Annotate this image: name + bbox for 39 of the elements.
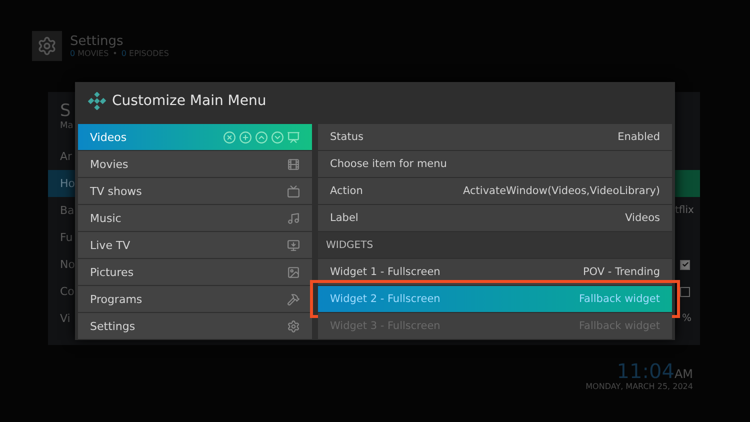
menu-item-icon: [287, 266, 300, 278]
settings-icon: [37, 36, 57, 56]
property-row[interactable]: Choose item for menu: [318, 151, 672, 177]
setting-value: tflix: [675, 205, 694, 216]
page-title: Settings: [70, 34, 124, 48]
separator: •: [112, 48, 118, 58]
menu-item-icon: [287, 320, 300, 332]
menu-item-icon: [287, 212, 300, 224]
menu-item[interactable]: Movies: [78, 151, 312, 177]
move-up-icon[interactable]: [255, 130, 268, 144]
panel-title: S: [59, 100, 71, 121]
menu-item-icon: [287, 184, 300, 198]
panel-subtitle: Ma: [59, 121, 74, 131]
checkbox[interactable]: [680, 286, 690, 296]
menu-item[interactable]: Settings: [78, 313, 312, 339]
menu-item-icon: [287, 292, 300, 306]
clock-date: MONDAY, MARCH 25, 2024: [586, 382, 693, 392]
clock-meridiem: AM: [674, 367, 693, 382]
section-heading: WIDGETS: [318, 232, 672, 258]
menu-item[interactable]: Videos: [78, 124, 312, 150]
menu-item[interactable]: Live TV: [78, 232, 312, 258]
menu-item[interactable]: Pictures: [78, 259, 312, 285]
menu-item[interactable]: Music: [78, 205, 312, 231]
property-row[interactable]: Action ActivateWindow(Videos,VideoLibrary): [318, 178, 672, 204]
add-icon[interactable]: [239, 130, 252, 144]
menu-item-icon: [287, 238, 300, 252]
dialog-title: Customize Main Menu: [112, 93, 266, 109]
property-row[interactable]: Label Videos: [318, 205, 672, 231]
clock-time: 11:04: [616, 360, 674, 382]
board-icon[interactable]: [287, 130, 300, 144]
remove-icon[interactable]: [223, 130, 236, 144]
move-down-icon[interactable]: [271, 130, 284, 144]
menu-item-icon: [287, 158, 300, 170]
logo-icon: [88, 92, 106, 110]
menu-item[interactable]: Programs: [78, 286, 312, 312]
menu-item[interactable]: TV shows: [78, 178, 312, 204]
checkbox[interactable]: [680, 260, 690, 270]
setting-value: %: [682, 313, 692, 324]
property-row[interactable]: Status Enabled: [318, 124, 672, 150]
